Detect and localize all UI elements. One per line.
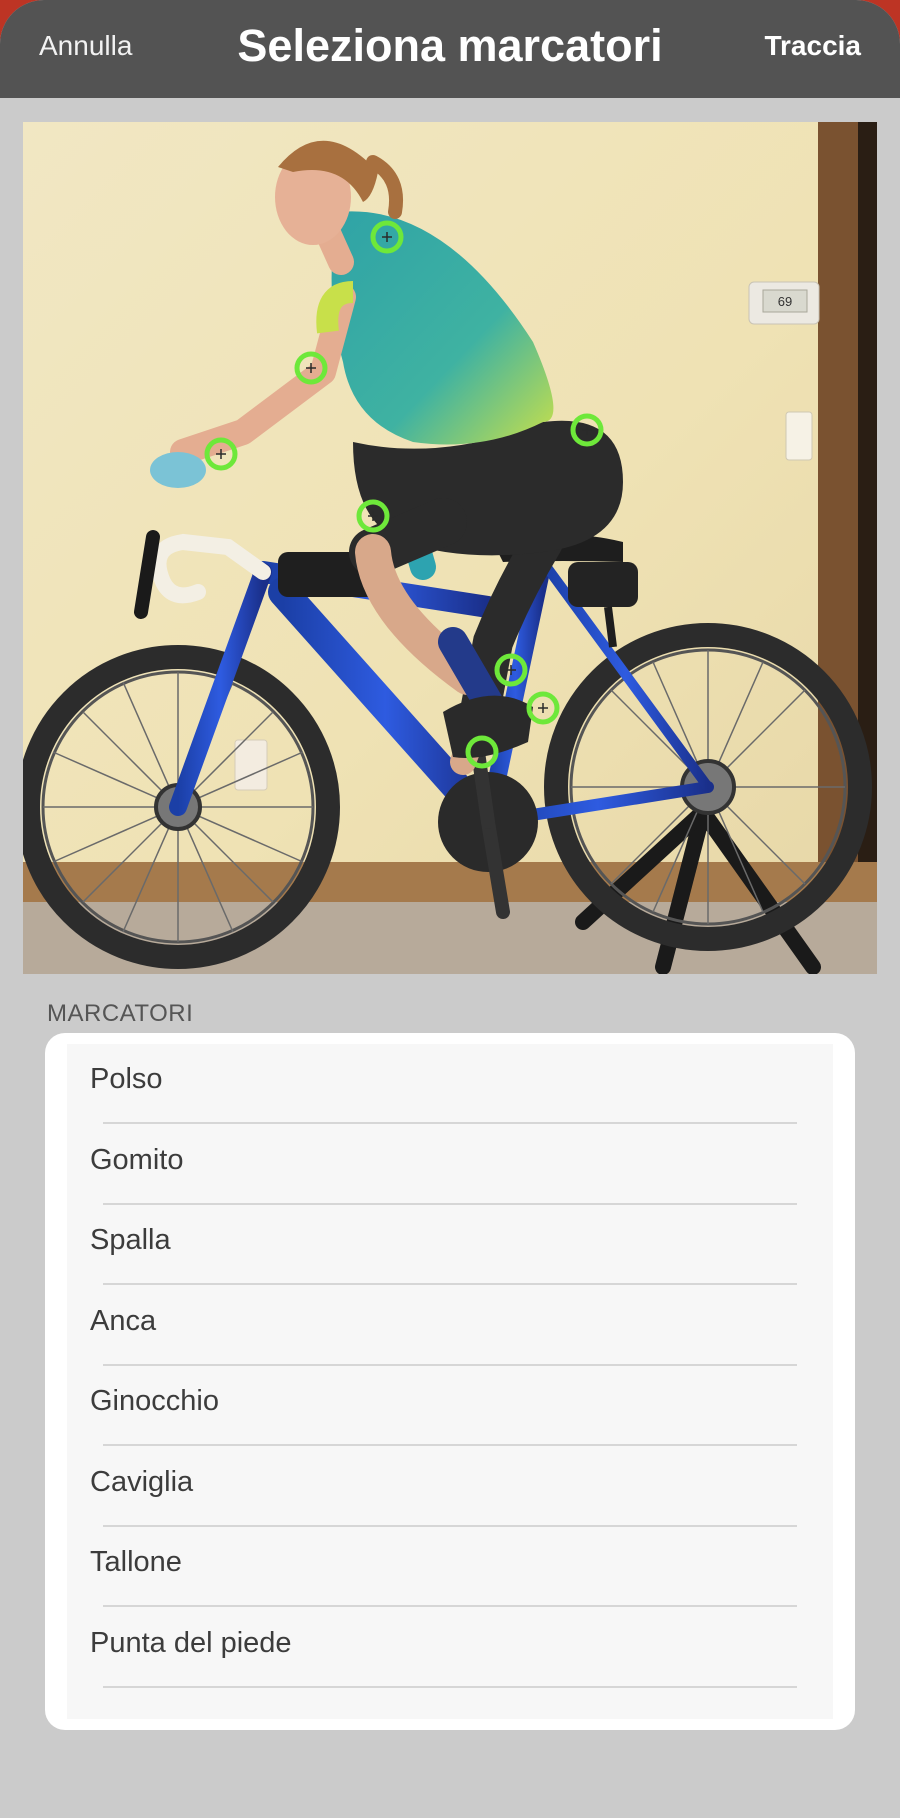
marker-list-item-label: Ginocchio [90, 1385, 219, 1417]
navigation-bar: Annulla Seleziona marcatori Traccia [0, 0, 900, 98]
markers-list-body: Polso Gomito Spalla Anca Ginocchio Caviglia Ta… [67, 1044, 833, 1719]
light-switch [785, 411, 813, 461]
modal-sheet: Annulla Seleziona marcatori Traccia 69 M… [0, 0, 900, 1818]
marker-list-item-label: Polso [90, 1063, 163, 1095]
marker-list-item[interactable]: Punta del piede [67, 1608, 833, 1688]
marker-list-item[interactable]: Polso [67, 1044, 833, 1124]
marker-list-item-label: Anca [90, 1304, 157, 1337]
marker-list-item[interactable]: Gomito [67, 1125, 833, 1205]
track-button[interactable]: Traccia [764, 30, 861, 62]
row-separator [103, 1685, 797, 1688]
marker-list-item-label: Spalla [90, 1224, 171, 1256]
marker-list-item-label: Punta del piede [90, 1626, 292, 1659]
marker-list-item-label: Gomito [90, 1143, 184, 1176]
marker-list-item[interactable]: Ginocchio [67, 1366, 833, 1446]
thermostat: 69 [748, 281, 820, 325]
marker-list-item[interactable]: Caviglia [67, 1447, 833, 1527]
marker-list-item[interactable]: Tallone [67, 1527, 833, 1607]
thermostat-reading: 69 [778, 294, 792, 309]
marker-list-item[interactable]: Anca [67, 1286, 833, 1366]
wall-outlet [234, 739, 268, 791]
marker-list-item-label: Tallone [90, 1546, 182, 1578]
markers-list: Polso Gomito Spalla Anca Ginocchio Caviglia Ta… [45, 1033, 855, 1730]
marker-list-item[interactable]: Spalla [67, 1205, 833, 1285]
cyclist-photo[interactable]: 69 [23, 122, 877, 974]
marker-list-item-label: Caviglia [90, 1465, 194, 1498]
markers-section-header: MARCATORI [47, 1000, 194, 1027]
